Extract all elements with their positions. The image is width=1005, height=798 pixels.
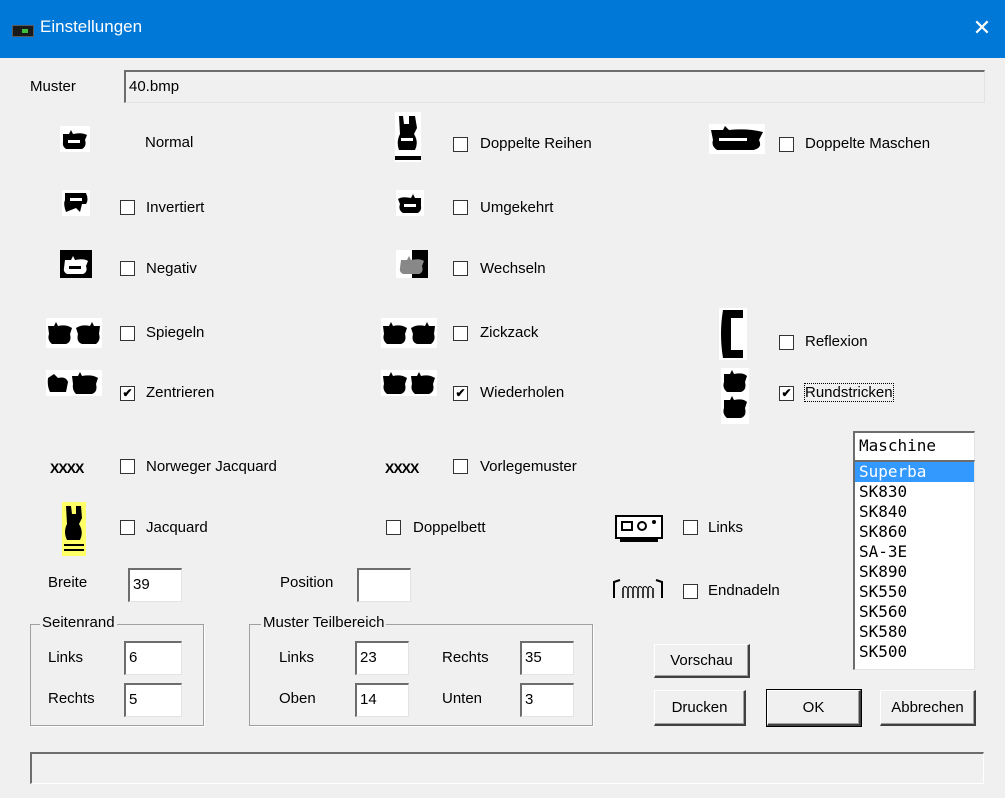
seitenrand-links-label: Links [48,649,84,666]
zentrieren-label: Zentrieren [146,384,215,401]
teilbereich-legend: Muster Teilbereich [261,614,387,631]
doppelte-maschen-checkbox[interactable] [779,137,794,152]
negative-pattern-icon [60,250,92,278]
close-button[interactable]: ✕ [959,8,1005,48]
teilbereich-unten-label: Unten [442,690,483,707]
maschine-item[interactable]: SK560 [855,602,974,622]
zentrieren-checkbox[interactable]: ✔ [120,386,135,401]
maschine-item[interactable]: SK580 [855,622,974,642]
seitenrand-links-field[interactable]: 6 [124,641,182,675]
mirror-pattern-icon [46,318,102,348]
seitenrand-rechts-field[interactable]: 5 [124,683,182,717]
settings-dialog: Einstellungen ✕ Muster 40.bmp Normal Dop… [0,0,1005,798]
double-rows-icon [395,112,421,162]
vorschau-button[interactable]: Vorschau [654,644,750,678]
maschine-item[interactable]: SK840 [855,502,974,522]
position-field[interactable] [357,568,411,602]
reflection-pattern-icon [719,308,747,360]
rundstricken-label: Rundstricken [804,383,894,402]
norweger-jacquard-checkbox[interactable] [120,459,135,474]
teilbereich-links-label: Links [279,649,315,666]
alternate-pattern-icon [396,250,428,278]
template-pattern-icon: XXXX [385,460,419,476]
maschine-header: Maschine [853,431,975,461]
negativ-checkbox[interactable] [120,261,135,276]
maschine-item[interactable]: Superba [855,462,974,482]
reflexion-checkbox[interactable] [779,335,794,350]
circular-knitting-icon [721,368,749,424]
norweger-jacquard-label: Norweger Jacquard [146,458,277,475]
window-title: Einstellungen [40,17,143,36]
teilbereich-oben-field[interactable]: 14 [355,683,409,717]
title-bar[interactable]: Einstellungen ✕ [0,0,1005,58]
maschine-item[interactable]: SA-3E [855,542,974,562]
normal-pattern-icon [60,126,90,152]
doppelbett-checkbox[interactable] [386,520,401,535]
doppelte-reihen-label: Doppelte Reihen [480,135,592,152]
repeat-pattern-icon [381,370,437,396]
seitenrand-rechts-label: Rechts [48,690,95,707]
jacquard-label: Jacquard [146,519,208,536]
ok-button[interactable]: OK [766,689,862,727]
teilbereich-rechts-label: Rechts [442,649,489,666]
maschine-list[interactable]: Superba SK830 SK840 SK860 SA-3E SK890 SK… [853,460,975,670]
wiederholen-checkbox[interactable]: ✔ [453,386,468,401]
teilbereich-oben-label: Oben [279,690,316,707]
carriage-icon [615,515,663,542]
wiederholen-label: Wiederholen [480,384,565,401]
inverted-pattern-icon [62,190,90,216]
vorlegemuster-checkbox[interactable] [453,459,468,474]
umgekehrt-label: Umgekehrt [480,199,554,216]
muster-field: 40.bmp [124,70,985,103]
seitenrand-legend: Seitenrand [40,614,117,631]
invertiert-checkbox[interactable] [120,200,135,215]
teilbereich-links-field[interactable]: 23 [355,641,409,675]
umgekehrt-checkbox[interactable] [453,200,468,215]
wechseln-label: Wechseln [480,260,546,277]
doppelte-maschen-label: Doppelte Maschen [805,135,931,152]
spiegeln-checkbox[interactable] [120,326,135,341]
zickzack-checkbox[interactable] [453,326,468,341]
rundstricken-checkbox[interactable]: ✔ [779,386,794,401]
zickzack-label: Zickzack [480,324,539,341]
breite-label: Breite [48,574,88,591]
double-stitches-icon [709,124,765,154]
endnadeln-label: Endnadeln [708,582,780,599]
maschine-item[interactable]: SK500 [855,642,974,662]
position-label: Position [280,574,334,591]
endnadeln-checkbox[interactable] [683,584,698,599]
reflexion-label: Reflexion [805,333,868,350]
links-label: Links [708,519,744,536]
maschine-item[interactable]: SK890 [855,562,974,582]
breite-field[interactable]: 39 [128,568,182,602]
doppelbett-label: Doppelbett [413,519,486,536]
app-icon [12,25,34,37]
reversed-pattern-icon [396,190,424,216]
muster-label: Muster [30,78,76,95]
vorlegemuster-label: Vorlegemuster [480,458,577,475]
center-pattern-icon [46,370,102,396]
links-checkbox[interactable] [683,520,698,535]
normal-label: Normal [145,134,194,151]
jacquard-icon [62,502,86,556]
maschine-item[interactable]: SK550 [855,582,974,602]
status-bar [30,752,984,784]
drucken-button[interactable]: Drucken [654,690,746,726]
wechseln-checkbox[interactable] [453,261,468,276]
maschine-item[interactable]: SK860 [855,522,974,542]
doppelte-reihen-checkbox[interactable] [453,137,468,152]
teilbereich-unten-field[interactable]: 3 [520,683,574,717]
norwegian-jacquard-icon: XXXX [50,460,84,476]
spiegeln-label: Spiegeln [146,324,205,341]
maschine-item[interactable]: SK830 [855,482,974,502]
invertiert-label: Invertiert [146,199,205,216]
end-needles-icon [613,579,663,598]
zigzag-pattern-icon [381,318,437,348]
negativ-label: Negativ [146,260,197,277]
abbrechen-button[interactable]: Abbrechen [880,690,976,726]
teilbereich-rechts-field[interactable]: 35 [520,641,574,675]
jacquard-checkbox[interactable] [120,520,135,535]
